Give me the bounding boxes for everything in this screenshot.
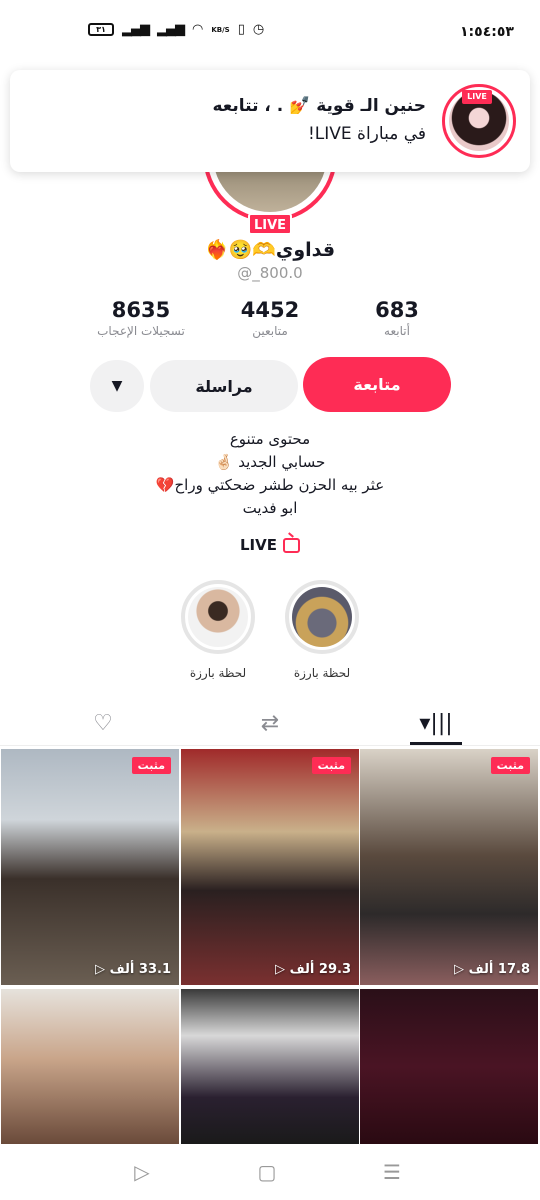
highlight-image — [292, 587, 352, 647]
highlight-image — [188, 587, 248, 647]
signal-icon-2: ▂▄▆ — [157, 22, 185, 37]
vibrate-icon: ▯ — [237, 22, 245, 37]
menu-icon[interactable]: ☰ — [377, 1160, 407, 1186]
system-navigation-bar: ☰ ▢ ▷ — [0, 1146, 540, 1200]
view-count: 33.1 ألف ▷ — [95, 962, 171, 977]
status-time: ١:٥٤:٥٣ — [460, 24, 514, 40]
video-thumbnail[interactable] — [181, 989, 359, 1144]
back-triangle-icon[interactable]: ▷ — [127, 1160, 157, 1186]
highlight-label: لحظة بارزة — [189, 666, 247, 680]
notification-title: حنين الـ قوية 💅 . ، تتابعه — [212, 96, 426, 116]
tv-icon — [283, 537, 300, 553]
bio: محتوى متنوع حسابي الجديد 🤞🏻 عثر بيه الحز… — [120, 428, 420, 520]
wifi-icon: ◠ — [192, 22, 204, 37]
stat-followers-label: متابعين — [252, 324, 288, 338]
repost-icon: ⇄ — [260, 710, 280, 736]
highlight-ring — [285, 580, 359, 654]
bio-line: حسابي الجديد 🤞🏻 — [214, 453, 326, 471]
tab-active-indicator — [410, 742, 462, 745]
view-count-text: 33.1 ألف — [109, 962, 171, 977]
message-button[interactable]: مراسلة — [150, 360, 298, 412]
username: قداوي🫶🥹❤️‍🔥 — [204, 239, 336, 261]
stat-followers[interactable]: 4452 متابعين — [195, 298, 345, 338]
video-thumbnail[interactable] — [1, 989, 179, 1144]
highlight-item[interactable]: لحظة بارزة — [285, 580, 359, 680]
tab-reposts[interactable]: ⇄ — [245, 708, 295, 738]
view-count-text: 29.3 ألف — [289, 962, 351, 977]
video-thumbnail[interactable] — [360, 989, 538, 1144]
stat-likes-label: تسجيلات الإعجاب — [97, 324, 185, 338]
tab-videos[interactable]: ▾||| — [411, 708, 461, 738]
video-thumbnail[interactable]: مثبت 29.3 ألف ▷ — [181, 749, 359, 985]
status-icons: ٣١ ▂▄▆ ▂▄▆ ◠ KB/S ▯ ◷ — [88, 22, 264, 37]
highlight-label: لحظة بارزة — [293, 666, 351, 680]
home-square-icon[interactable]: ▢ — [252, 1160, 282, 1186]
stat-followers-value: 4452 — [240, 298, 300, 322]
bio-line: عثر بيه الحزن طشر ضحكتي وراح💔 — [155, 476, 385, 494]
notification-subtitle: في مباراة LIVE! — [307, 124, 426, 144]
tab-liked[interactable]: ♡ — [78, 708, 128, 738]
status-bar: ٣١ ▂▄▆ ▂▄▆ ◠ KB/S ▯ ◷ ١:٥٤:٥٣ — [0, 0, 540, 68]
profile-tabs: ▾||| ⇄ ♡ — [0, 700, 540, 746]
bio-line: ابو فديت — [242, 499, 298, 517]
video-thumbnail[interactable]: مثبت 33.1 ألف ▷ — [1, 749, 179, 985]
stat-likes[interactable]: 8635 تسجيلات الإعجاب — [66, 298, 216, 338]
signal-icon: ▂▄▆ — [122, 22, 150, 37]
view-count: 17.8 ألف ▷ — [454, 962, 530, 977]
notification-live-badge: LIVE — [462, 90, 492, 104]
video-thumbnail[interactable]: مثبت 17.8 ألف ▷ — [360, 749, 538, 985]
network-speed: KB/S — [211, 25, 230, 34]
live-link-label: LIVE — [240, 536, 277, 554]
notification-banner[interactable]: LIVE حنين الـ قوية 💅 . ، تتابعه في مبارا… — [10, 70, 530, 172]
chevron-down-icon: ▼ — [111, 378, 123, 394]
heart-icon: ♡ — [93, 710, 113, 736]
pinned-badge: مثبت — [311, 757, 351, 774]
alarm-icon: ◷ — [252, 22, 265, 37]
stat-likes-value: 8635 — [111, 298, 171, 322]
follow-button[interactable]: متابعة — [303, 357, 451, 412]
pinned-badge: مثبت — [490, 757, 530, 774]
live-link[interactable]: LIVE — [220, 536, 320, 554]
handle: @_800.0 — [237, 264, 303, 282]
battery-icon: ٣١ — [88, 23, 114, 36]
view-count-text: 17.8 ألف — [468, 962, 530, 977]
view-count: 29.3 ألف ▷ — [275, 962, 351, 977]
grid-icon: ▾||| — [419, 710, 453, 736]
more-button[interactable]: ▼ — [90, 360, 144, 412]
live-badge[interactable]: LIVE — [248, 213, 292, 235]
highlight-item[interactable]: لحظة بارزة — [181, 580, 255, 680]
highlight-ring — [181, 580, 255, 654]
bio-line: محتوى متنوع — [229, 430, 311, 448]
pinned-badge: مثبت — [131, 757, 171, 774]
